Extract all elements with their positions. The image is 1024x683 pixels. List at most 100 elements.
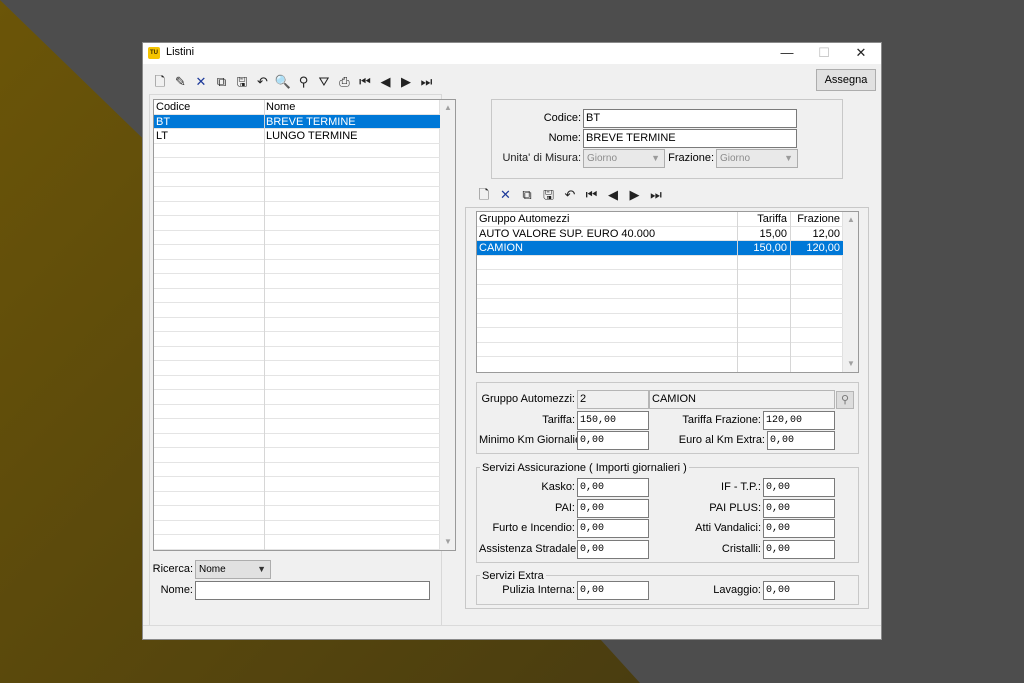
furto-incendio-input[interactable]: 0,00 <box>577 519 649 538</box>
table-row[interactable] <box>154 506 440 521</box>
save-disk-icon[interactable]: 🖫 <box>233 73 251 91</box>
edit-pencil-icon[interactable]: ✎ <box>172 73 190 91</box>
scroll-up-icon[interactable]: ▲ <box>843 213 858 227</box>
if-tp-input[interactable]: 0,00 <box>763 478 835 497</box>
table-row[interactable] <box>154 376 440 390</box>
undo-icon[interactable]: ↶ <box>254 73 272 91</box>
minimo-km-input[interactable]: 0,00 <box>577 431 649 450</box>
table-row[interactable]: CAMION 150,00 120,00 <box>477 241 843 256</box>
first-record-icon[interactable]: ⏮ <box>356 73 374 91</box>
delete-x-icon[interactable]: ✕ <box>497 186 515 204</box>
cristalli-input[interactable]: 0,00 <box>763 540 835 559</box>
frazione-select[interactable]: Giorno ▼ <box>716 149 798 168</box>
pai-plus-input[interactable]: 0,00 <box>763 499 835 518</box>
table-row[interactable] <box>154 477 440 492</box>
table-row[interactable] <box>154 332 440 347</box>
scroll-up-icon[interactable]: ▲ <box>440 101 455 115</box>
binoculars-icon[interactable]: ⚲ <box>295 73 313 91</box>
table-row[interactable] <box>154 303 440 318</box>
table-row[interactable] <box>154 144 440 158</box>
table-row[interactable] <box>154 535 440 550</box>
table-row[interactable] <box>477 270 843 285</box>
scroll-down-icon[interactable]: ▼ <box>440 535 455 549</box>
table-row[interactable] <box>477 256 843 270</box>
nome-search-input[interactable] <box>195 581 430 600</box>
table-row[interactable] <box>154 405 440 419</box>
save-disk-icon[interactable]: 🖫 <box>540 186 558 204</box>
table-row[interactable] <box>477 314 843 328</box>
tariffa-frazione-input[interactable]: 120,00 <box>763 411 835 430</box>
tariff-grid[interactable]: ▲ ▼ Gruppo Automezzi Tariffa Frazione AUTO … <box>476 211 859 373</box>
print-icon[interactable]: ⎙ <box>336 73 354 91</box>
last-record-icon[interactable]: ⏭ <box>647 186 665 204</box>
table-row[interactable] <box>154 390 440 405</box>
table-row[interactable] <box>154 347 440 361</box>
table-row[interactable] <box>477 328 843 343</box>
column-header-tariffa[interactable]: Tariffa <box>737 212 790 226</box>
tariff-scrollbar[interactable]: ▲ ▼ <box>842 212 858 372</box>
unita-misura-select[interactable]: Giorno ▼ <box>583 149 665 168</box>
next-record-icon[interactable]: ▶ <box>626 186 644 204</box>
table-row[interactable] <box>477 299 843 314</box>
table-row[interactable]: LT LUNGO TERMINE <box>154 129 440 144</box>
table-row[interactable] <box>154 274 440 289</box>
column-header-frazione[interactable]: Frazione <box>790 212 843 226</box>
ricerca-select[interactable]: Nome ▼ <box>195 560 271 579</box>
table-row[interactable] <box>154 361 440 376</box>
table-row[interactable] <box>154 202 440 216</box>
table-row[interactable] <box>154 260 440 274</box>
copy-icon[interactable]: ⧉ <box>518 186 536 204</box>
prev-record-icon[interactable]: ◀ <box>604 186 622 204</box>
list-scrollbar[interactable]: ▲ ▼ <box>439 100 455 550</box>
listini-list[interactable]: ▲ ▼ Codice Nome BT BREVE TERMINE LT LUNGO TER… <box>153 99 456 551</box>
new-document-icon[interactable]: 🗋 <box>475 186 493 204</box>
table-row[interactable] <box>154 419 440 434</box>
prev-record-icon[interactable]: ◀ <box>377 73 395 91</box>
lavaggio-input[interactable]: 0,00 <box>763 581 835 600</box>
table-row[interactable] <box>154 434 440 448</box>
scroll-down-icon[interactable]: ▼ <box>843 357 858 371</box>
next-record-icon[interactable]: ▶ <box>397 73 415 91</box>
table-row[interactable] <box>154 289 440 303</box>
pulizia-interna-input[interactable]: 0,00 <box>577 581 649 600</box>
copy-icon[interactable]: ⧉ <box>213 73 231 91</box>
atti-vandalici-input[interactable]: 0,00 <box>763 519 835 538</box>
column-header-nome[interactable]: Nome <box>264 100 440 114</box>
column-header-codice[interactable]: Codice <box>154 100 264 114</box>
table-row[interactable] <box>154 521 440 535</box>
table-row[interactable] <box>154 216 440 231</box>
table-row[interactable] <box>154 318 440 332</box>
delete-x-icon[interactable]: ✕ <box>192 73 210 91</box>
table-row[interactable] <box>154 448 440 463</box>
table-row[interactable]: AUTO VALORE SUP. EURO 40.000 15,00 12,00 <box>477 227 843 241</box>
euro-km-extra-input[interactable]: 0,00 <box>767 431 835 450</box>
table-row[interactable] <box>154 463 440 477</box>
minimize-button[interactable]: — <box>767 43 807 64</box>
filter-icon[interactable]: ⛛ <box>315 73 333 91</box>
last-record-icon[interactable]: ⏭ <box>418 73 436 91</box>
table-row[interactable] <box>154 187 440 202</box>
codice-input[interactable]: BT <box>583 109 797 128</box>
close-button[interactable]: ✕ <box>841 43 881 64</box>
nome-input[interactable]: BREVE TERMINE <box>583 129 797 148</box>
assistenza-stradale-input[interactable]: 0,00 <box>577 540 649 559</box>
tariffa-input[interactable]: 150,00 <box>577 411 649 430</box>
search-icon[interactable]: 🔍 <box>274 73 292 91</box>
table-row[interactable] <box>154 158 440 173</box>
assegna-button[interactable]: Assegna <box>816 69 876 91</box>
table-row[interactable] <box>477 343 843 357</box>
maximize-button[interactable]: ☐ <box>804 43 844 64</box>
column-header-gruppo[interactable]: Gruppo Automezzi <box>477 212 737 226</box>
binoculars-lookup-icon[interactable]: ⚲ <box>836 391 854 409</box>
kasko-input[interactable]: 0,00 <box>577 478 649 497</box>
table-row[interactable] <box>154 231 440 245</box>
table-row[interactable] <box>154 173 440 187</box>
table-row[interactable] <box>154 492 440 506</box>
first-record-icon[interactable]: ⏮ <box>583 186 601 204</box>
table-row[interactable]: BT BREVE TERMINE <box>154 114 440 129</box>
pai-input[interactable]: 0,00 <box>577 499 649 518</box>
table-row[interactable] <box>477 285 843 299</box>
new-document-icon[interactable]: 🗋 <box>151 73 169 91</box>
table-row[interactable] <box>154 245 440 260</box>
undo-icon[interactable]: ↶ <box>561 186 579 204</box>
